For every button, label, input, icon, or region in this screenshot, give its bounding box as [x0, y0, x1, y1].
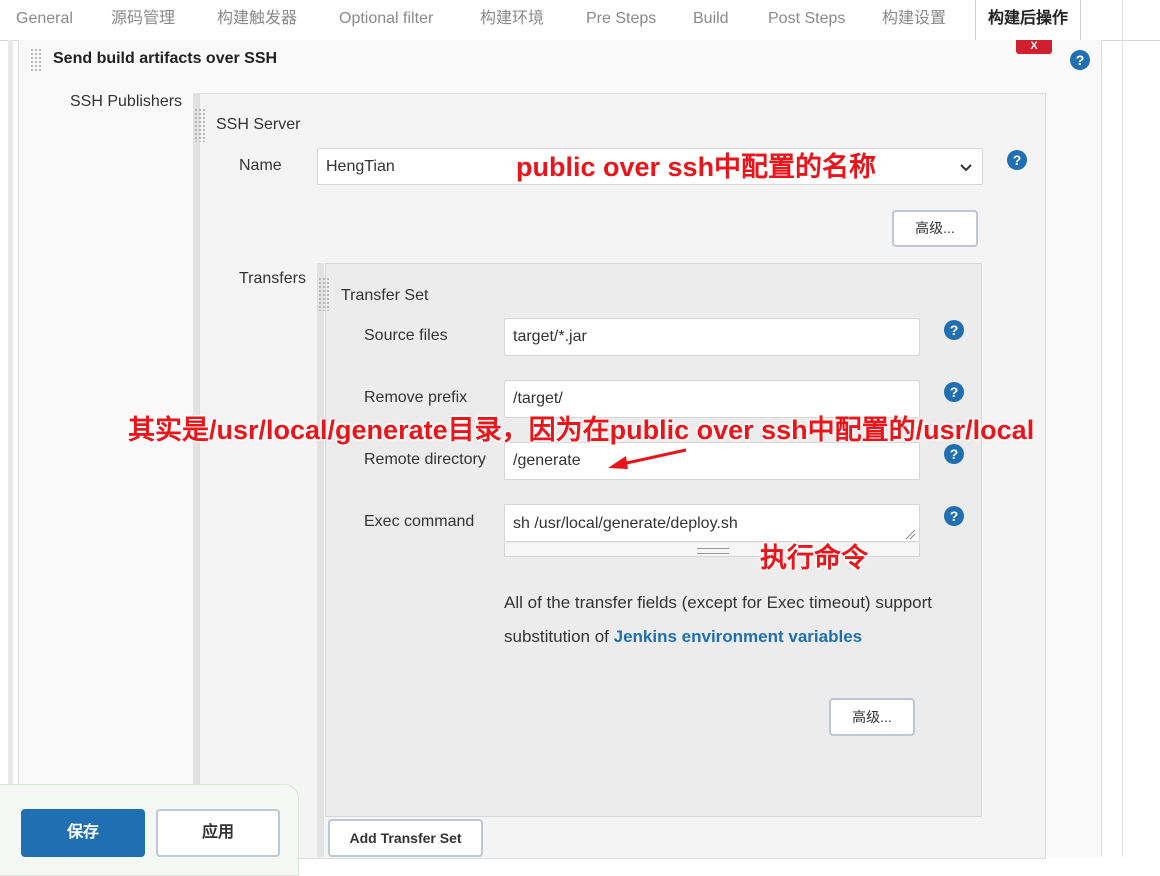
name-annotation: public over ssh中配置的名称	[516, 152, 877, 182]
tab-pre-steps[interactable]: Pre Steps	[586, 0, 656, 40]
drag-handle[interactable]	[30, 48, 42, 72]
help-icon[interactable]: ?	[944, 382, 964, 402]
name-label: Name	[239, 157, 282, 174]
section-title: Send build artifacts over SSH	[53, 50, 278, 67]
chevron-down-icon	[960, 164, 972, 172]
apply-button[interactable]: 应用	[156, 809, 280, 857]
config-tab-bar: General 源码管理 构建触发器 Optional filter 构建环境 …	[0, 0, 1160, 41]
help-icon[interactable]: ?	[944, 444, 964, 464]
transfer-set-title: Transfer Set	[341, 287, 429, 304]
delete-step-button[interactable]: X	[1016, 40, 1052, 54]
ssh-server-label: SSH Server	[216, 116, 301, 133]
help-icon[interactable]: ?	[1007, 150, 1027, 170]
jenkins-env-vars-link[interactable]: Jenkins environment variables	[614, 627, 863, 646]
tab-post-build-actions[interactable]: 构建后操作	[975, 0, 1082, 41]
add-transfer-set-button[interactable]: Add Transfer Set	[328, 819, 483, 857]
remote-directory-label: Remote directory	[364, 451, 486, 468]
remove-prefix-label: Remove prefix	[364, 389, 468, 406]
save-button[interactable]: 保存	[21, 809, 145, 857]
grip-icon	[697, 548, 729, 554]
advanced-button[interactable]: 高级...	[892, 210, 978, 247]
tab-general[interactable]: General	[16, 0, 73, 40]
source-files-input[interactable]: target/*.jar	[504, 318, 920, 356]
tab-build-triggers[interactable]: 构建触发器	[217, 0, 297, 40]
transfers-bar	[317, 263, 324, 857]
tab-source-control[interactable]: 源码管理	[111, 0, 175, 40]
ssh-publishers-label: SSH Publishers	[70, 93, 183, 110]
left-gutter	[8, 40, 13, 857]
tab-post-steps[interactable]: Post Steps	[768, 0, 845, 40]
help-icon[interactable]: ?	[944, 506, 964, 526]
ssh-publishers-bar	[193, 93, 199, 857]
exec-command-label: Exec command	[364, 513, 475, 530]
ssh-server-name-value: HengTian	[326, 158, 395, 175]
directory-annotation: 其实是/usr/local/generate目录，因为在public over …	[128, 415, 1035, 445]
drag-handle[interactable]	[318, 277, 330, 311]
transfers-label: Transfers	[239, 270, 306, 287]
tab-build-settings[interactable]: 构建设置	[882, 0, 946, 40]
transfer-fields-info: All of the transfer fields (except for E…	[504, 586, 934, 654]
transfer-set-advanced-button[interactable]: 高级...	[829, 698, 915, 736]
exec-annotation: 执行命令	[760, 543, 868, 573]
tab-optional-filter[interactable]: Optional filter	[339, 0, 433, 40]
resize-grip-icon[interactable]	[904, 528, 916, 540]
tab-build-environment[interactable]: 构建环境	[480, 0, 544, 40]
right-divider	[1122, 0, 1123, 857]
arrow-icon	[608, 448, 687, 469]
remote-directory-input[interactable]: /generate	[504, 442, 920, 480]
help-icon[interactable]: ?	[1070, 50, 1090, 70]
drag-handle[interactable]	[194, 108, 206, 142]
tab-build[interactable]: Build	[693, 0, 729, 40]
help-icon[interactable]: ?	[944, 320, 964, 340]
source-files-label: Source files	[364, 327, 448, 344]
